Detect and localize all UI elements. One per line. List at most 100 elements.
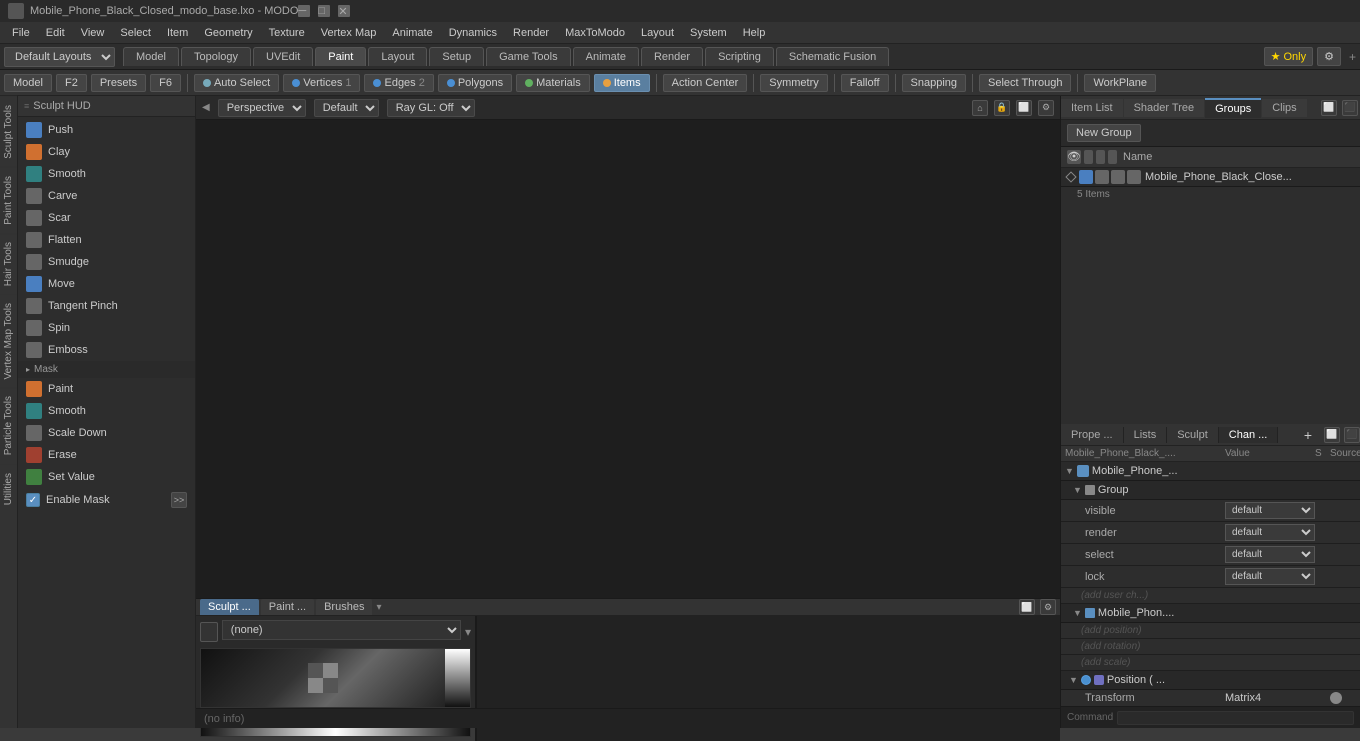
vp-lock-btn[interactable]: 🔒 (994, 100, 1010, 116)
side-tab-particle[interactable]: Particle Tools (0, 387, 17, 463)
side-tab-hair[interactable]: Hair Tools (0, 233, 17, 294)
chan-position-check[interactable] (1081, 675, 1091, 685)
enable-mask-checkbox[interactable]: ✓ (26, 493, 40, 507)
chan-render-value[interactable]: default (1225, 524, 1315, 541)
mask-tool-paint[interactable]: Paint (18, 378, 195, 400)
polygons-btn[interactable]: Polygons (438, 74, 512, 92)
right-tab-itemlist[interactable]: Item List (1061, 99, 1123, 117)
menu-view[interactable]: View (73, 25, 113, 41)
right-expand-btn[interactable]: ⬜ (1321, 100, 1337, 116)
menu-item[interactable]: Item (159, 25, 196, 41)
side-tab-paint[interactable]: Paint Tools (0, 167, 17, 233)
vp-settings-btn[interactable]: ⚙ (1038, 100, 1054, 116)
mask-section-header[interactable]: Mask (18, 361, 195, 378)
tool-tangent-pinch[interactable]: Tangent Pinch (18, 295, 195, 317)
menu-file[interactable]: File (4, 25, 38, 41)
mask-tool-smooth[interactable]: Smooth (18, 400, 195, 422)
view-type-dropdown[interactable]: Perspective (218, 99, 306, 117)
chan-visible-value[interactable]: default (1225, 502, 1315, 519)
chan-add-position[interactable]: (add position) (1061, 623, 1360, 639)
props-tab-channels[interactable]: Chan ... (1219, 427, 1279, 443)
props-expand-btn[interactable]: ⬜ (1324, 427, 1340, 443)
layout-tab-scripting[interactable]: Scripting (705, 47, 774, 66)
bottom-tab-paint[interactable]: Paint ... (261, 599, 314, 615)
layout-tab-layout[interactable]: Layout (368, 47, 427, 66)
tool-emboss[interactable]: Emboss (18, 339, 195, 361)
f6-btn[interactable]: F6 (150, 74, 181, 92)
chan-group-section[interactable]: ▼ Group (1061, 481, 1360, 500)
bottom-tab-sculpt[interactable]: Sculpt ... (200, 599, 259, 615)
f2-btn[interactable]: F2 (56, 74, 87, 92)
group-eye-icon[interactable] (1079, 170, 1093, 184)
bottom-expand-btn[interactable]: ⬜ (1019, 599, 1035, 615)
materials-btn[interactable]: Materials (516, 74, 590, 92)
expand-button[interactable]: >> (171, 492, 187, 508)
presets-btn[interactable]: Presets (91, 74, 146, 92)
layout-tab-topology[interactable]: Topology (181, 47, 251, 66)
chan-root-item[interactable]: ▼ Mobile_Phone_... (1061, 462, 1360, 481)
menu-select[interactable]: Select (112, 25, 159, 41)
props-tab-sculpt[interactable]: Sculpt (1167, 427, 1219, 443)
close-button[interactable]: ✕ (338, 5, 350, 17)
vp-nav-back[interactable]: ◀ (202, 102, 210, 113)
snapping-btn[interactable]: Snapping (902, 74, 967, 92)
menu-animate[interactable]: Animate (384, 25, 440, 41)
workplane-btn[interactable]: WorkPlane (1084, 74, 1156, 92)
add-layout-button[interactable]: + (1349, 50, 1356, 64)
tool-scar[interactable]: Scar (18, 207, 195, 229)
tool-set-value[interactable]: Set Value (18, 466, 195, 488)
props-tab-properties[interactable]: Prope ... (1061, 427, 1124, 443)
symmetry-btn[interactable]: Symmetry (760, 74, 828, 92)
menu-vertexmap[interactable]: Vertex Map (313, 25, 385, 41)
menu-dynamics[interactable]: Dynamics (441, 25, 505, 41)
brush-dropdown[interactable]: (none) (222, 620, 461, 640)
brushes-dropdown-arrow[interactable]: ▾ (376, 602, 381, 613)
viewport[interactable]: ◀ Perspective Default Ray GL: Off ⌂ 🔒 ⬜ … (196, 96, 1060, 598)
layout-tab-uvedit[interactable]: UVEdit (253, 47, 313, 66)
tool-spin[interactable]: Spin (18, 317, 195, 339)
menu-geometry[interactable]: Geometry (196, 25, 260, 41)
maximize-button[interactable]: □ (318, 5, 330, 17)
props-tab-lists[interactable]: Lists (1124, 427, 1168, 443)
tool-carve[interactable]: Carve (18, 185, 195, 207)
tool-erase[interactable]: Erase (18, 444, 195, 466)
side-tab-vertexmap[interactable]: Vertex Map Tools (0, 294, 17, 388)
tool-smooth[interactable]: Smooth (18, 163, 195, 185)
chan-add-user-1[interactable]: (add user ch...) (1061, 588, 1360, 604)
action-center-btn[interactable]: Action Center (663, 74, 748, 92)
menu-edit[interactable]: Edit (38, 25, 73, 41)
chan-mobile-section[interactable]: ▼ Mobile_Phon.... (1061, 604, 1360, 623)
tool-move[interactable]: Move (18, 273, 195, 295)
menu-texture[interactable]: Texture (261, 25, 313, 41)
command-input[interactable] (1117, 711, 1354, 725)
shading-dropdown[interactable]: Default (314, 99, 379, 117)
items-btn[interactable]: Items (594, 74, 650, 92)
brush-dropdown-arrow[interactable]: ▾ (465, 625, 471, 639)
layout-tab-render[interactable]: Render (641, 47, 703, 66)
layout-dropdown[interactable]: Default Layouts (4, 47, 115, 67)
tool-clay[interactable]: Clay (18, 141, 195, 163)
layout-tab-paint[interactable]: Paint (315, 47, 366, 66)
menu-render[interactable]: Render (505, 25, 557, 41)
new-group-button[interactable]: New Group (1067, 124, 1141, 142)
menu-maxtomodo[interactable]: MaxToModo (557, 25, 633, 41)
vp-home-btn[interactable]: ⌂ (972, 100, 988, 116)
chan-lock-value[interactable]: default (1225, 568, 1315, 585)
tool-smudge[interactable]: Smudge (18, 251, 195, 273)
edges-btn[interactable]: Edges 2 (364, 74, 433, 92)
menu-system[interactable]: System (682, 25, 735, 41)
layout-tab-model[interactable]: Model (123, 47, 179, 66)
tool-push[interactable]: Push (18, 119, 195, 141)
props-maximize-btn[interactable]: ⬛ (1344, 427, 1360, 443)
vertices-btn[interactable]: Vertices 1 (283, 74, 360, 92)
chan-position-section[interactable]: ▼ Position ( ... (1061, 671, 1360, 690)
layout-tab-setup[interactable]: Setup (429, 47, 484, 66)
right-tab-groups[interactable]: Groups (1205, 98, 1261, 118)
star-button[interactable]: ★ Only (1264, 47, 1314, 66)
chan-transform-gear[interactable] (1330, 692, 1342, 704)
falloff-btn[interactable]: Falloff (841, 74, 889, 92)
chan-add-rotation[interactable]: (add rotation) (1061, 639, 1360, 655)
mask-tool-scale-down[interactable]: Scale Down (18, 422, 195, 444)
side-tab-utilities[interactable]: Utilities (0, 464, 17, 513)
menu-help[interactable]: Help (735, 25, 774, 41)
